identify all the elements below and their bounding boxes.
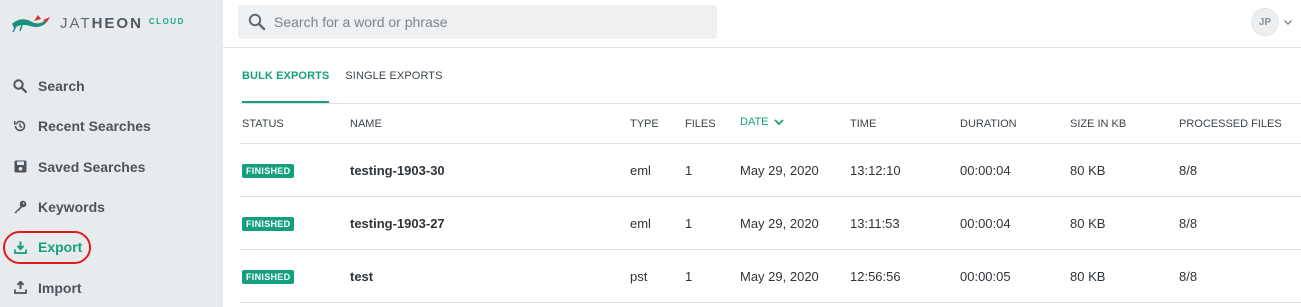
sidebar: JATHEON CLOUD Search Recent Searches Sav…: [0, 0, 223, 307]
column-header-time[interactable]: TIME: [850, 118, 876, 130]
column-header-name[interactable]: NAME: [350, 118, 382, 130]
export-tabs: BULK EXPORTS SINGLE EXPORTS: [242, 48, 1301, 104]
sidebar-item-label: Import: [38, 279, 82, 296]
exports-table: STATUS NAME TYPE FILES DATE TIME DURATIO…: [240, 104, 1301, 303]
export-duration: 00:00:05: [960, 269, 1011, 284]
status-badge: FINISHED: [242, 270, 295, 284]
top-bar: JP: [223, 0, 1301, 48]
brand-suffix: CLOUD: [148, 16, 185, 26]
export-files: 1: [685, 216, 693, 231]
sidebar-item-label: Recent Searches: [38, 118, 151, 135]
status-badge: FINISHED: [242, 217, 295, 231]
save-icon: [12, 159, 28, 175]
export-time: 13:12:10: [850, 163, 901, 178]
search-input[interactable]: [274, 14, 694, 30]
column-header-files[interactable]: FILES: [685, 118, 716, 130]
search-icon: [248, 13, 266, 31]
export-size: 80 KB: [1070, 216, 1106, 231]
status-badge: FINISHED: [242, 164, 295, 178]
sidebar-item-label: Keywords: [38, 199, 105, 216]
export-processed: 8/8: [1179, 269, 1198, 284]
sidebar-item-label: Export: [38, 239, 83, 256]
export-duration: 00:00:04: [960, 216, 1011, 231]
search-box[interactable]: [238, 5, 717, 39]
export-name[interactable]: testing-1903-30: [350, 163, 445, 178]
export-processed: 8/8: [1179, 216, 1198, 231]
brand-name: JATHEON: [60, 14, 143, 32]
table-row[interactable]: FINISHED testing-1903-30 eml 1 May 29, 2…: [240, 144, 1301, 197]
sidebar-nav: Search Recent Searches Saved Searches Ke…: [0, 66, 223, 307]
sidebar-item-saved-searches[interactable]: Saved Searches: [0, 147, 223, 187]
export-time: 13:11:53: [850, 216, 900, 231]
tab-bulk-exports[interactable]: BULK EXPORTS: [242, 48, 330, 103]
column-header-date-label: DATE: [740, 116, 769, 128]
dragon-logo-icon: [12, 15, 50, 33]
sort-descending-icon: [773, 119, 784, 126]
export-name[interactable]: testing-1903-27: [350, 216, 445, 231]
column-header-date[interactable]: DATE: [740, 116, 784, 128]
search-icon: [12, 78, 28, 94]
sidebar-item-keywords[interactable]: Keywords: [0, 187, 223, 227]
export-date: May 29, 2020: [740, 163, 819, 178]
export-name[interactable]: test: [350, 269, 373, 284]
upload-icon: [12, 280, 28, 296]
column-header-type[interactable]: TYPE: [630, 118, 659, 130]
column-header-status[interactable]: STATUS: [242, 118, 284, 130]
export-size: 80 KB: [1070, 269, 1106, 284]
jatheon-logo[interactable]: JATHEON CLOUD: [10, 10, 185, 36]
history-icon: [12, 118, 28, 134]
column-header-size[interactable]: SIZE IN KB: [1070, 118, 1126, 130]
export-type: eml: [630, 216, 651, 231]
table-header: STATUS NAME TYPE FILES DATE TIME DURATIO…: [240, 104, 1301, 144]
export-date: May 29, 2020: [740, 269, 819, 284]
sidebar-item-import[interactable]: Import: [0, 267, 223, 307]
export-files: 1: [685, 163, 693, 178]
tab-single-exports[interactable]: SINGLE EXPORTS: [345, 48, 442, 103]
sidebar-item-label: Saved Searches: [38, 158, 146, 175]
download-icon: [12, 239, 28, 255]
export-type: eml: [630, 163, 651, 178]
user-menu[interactable]: JP: [1251, 8, 1293, 36]
chevron-down-icon[interactable]: [1283, 17, 1293, 27]
avatar[interactable]: JP: [1251, 8, 1279, 36]
column-header-duration[interactable]: DURATION: [960, 118, 1017, 130]
export-duration: 00:00:04: [960, 163, 1011, 178]
table-row[interactable]: FINISHED testing-1903-27 eml 1 May 29, 2…: [240, 197, 1301, 250]
sidebar-item-recent-searches[interactable]: Recent Searches: [0, 106, 223, 146]
sidebar-item-label: Search: [38, 78, 85, 95]
export-date: May 29, 2020: [740, 216, 819, 231]
sidebar-item-export[interactable]: Export: [0, 227, 223, 267]
table-row[interactable]: FINISHED test pst 1 May 29, 2020 12:56:5…: [240, 250, 1301, 303]
export-type: pst: [630, 269, 648, 284]
export-processed: 8/8: [1179, 163, 1198, 178]
export-time: 12:56:56: [850, 269, 901, 284]
export-files: 1: [685, 269, 693, 284]
column-header-processed-files[interactable]: PROCESSED FILES: [1179, 118, 1282, 130]
export-size: 80 KB: [1070, 163, 1106, 178]
sidebar-item-search[interactable]: Search: [0, 66, 223, 106]
key-icon: [12, 199, 28, 215]
